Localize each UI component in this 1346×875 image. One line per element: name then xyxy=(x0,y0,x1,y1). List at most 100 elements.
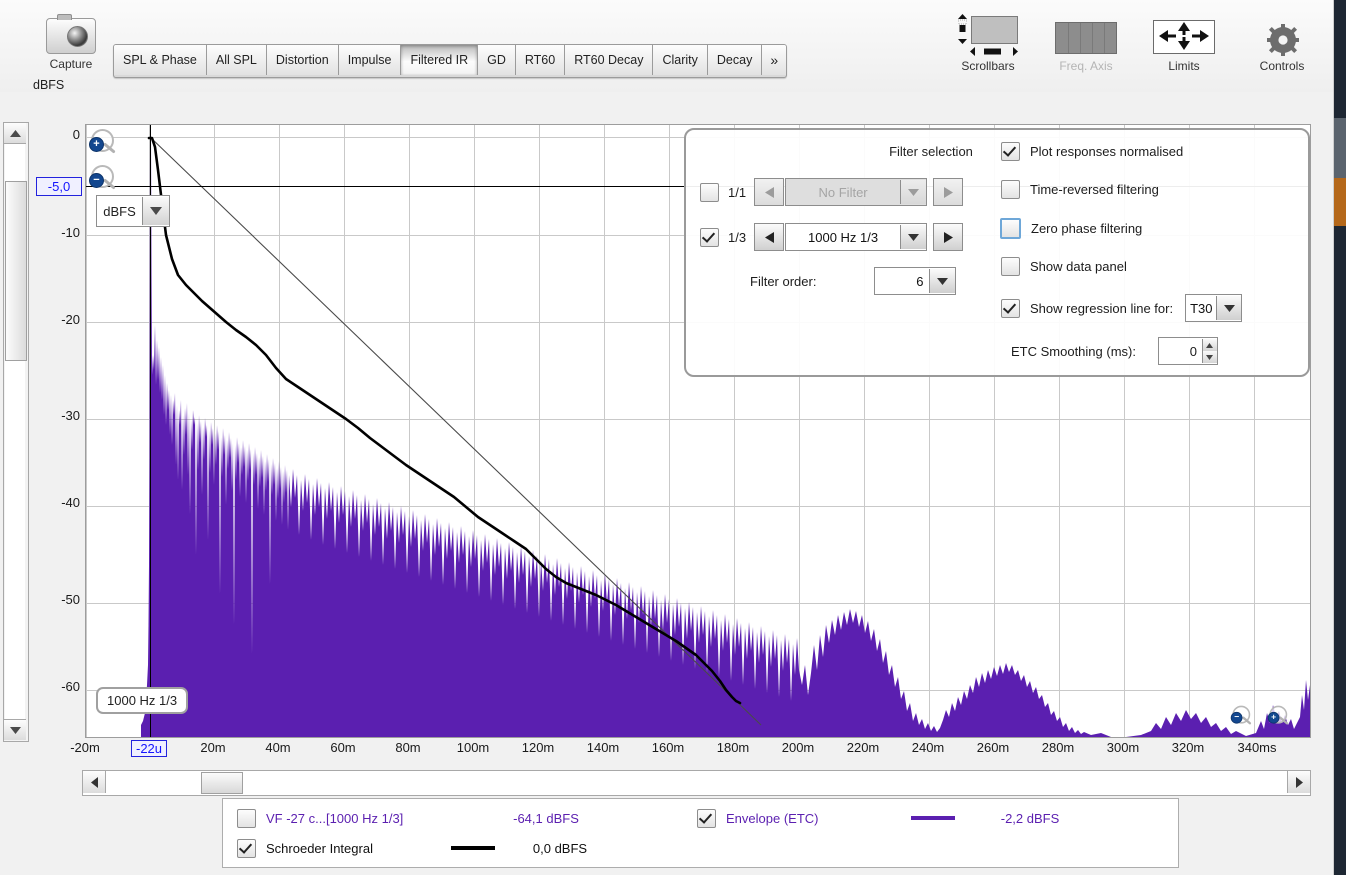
tab-all-spl[interactable]: All SPL xyxy=(206,45,267,75)
gear-icon xyxy=(1267,24,1299,56)
x-tick-160m: 160m xyxy=(651,740,685,755)
legend-envelope-label: Envelope (ETC) xyxy=(726,810,819,826)
octave-1-3-prev-button[interactable] xyxy=(754,223,785,251)
legend-vf-value: -64,1 dBFS xyxy=(513,810,579,826)
octave-1-1-next-button[interactable] xyxy=(933,178,964,206)
zero-phase-filtering-checkbox[interactable] xyxy=(1000,218,1021,239)
scrollbars-icon xyxy=(955,12,1021,56)
tab-gd[interactable]: GD xyxy=(478,45,516,75)
x-tick-340ms: 340ms xyxy=(1237,740,1277,755)
app-window: Capture SPL & Phase All SPL Distortion I… xyxy=(0,0,1334,875)
vertical-scrollbar-thumb[interactable] xyxy=(5,181,27,361)
legend-row-vf[interactable]: VF -27 c...[1000 Hz 1/3] -64,1 dBFS xyxy=(237,803,606,833)
controls-label: Controls xyxy=(1259,59,1305,73)
legend-row-schroeder[interactable]: Schroeder Integral 0,0 dBFS xyxy=(237,833,625,863)
x-tick-100m: 100m xyxy=(456,740,490,755)
regression-parameter-combo[interactable]: T30 xyxy=(1185,294,1243,322)
etc-smoothing-row: ETC Smoothing (ms): 0 xyxy=(1011,337,1218,365)
chevron-down-icon[interactable] xyxy=(900,225,927,249)
legend-envelope-swatch xyxy=(911,816,955,820)
filter-badge: 1000 Hz 1/3 xyxy=(96,687,189,714)
octave-1-3-next-button[interactable] xyxy=(933,223,964,251)
tab-rt60-decay[interactable]: RT60 Decay xyxy=(565,45,654,75)
plot-responses-normalised-checkbox[interactable] xyxy=(1001,142,1020,161)
octave-1-1-combo[interactable]: No Filter xyxy=(785,178,928,206)
x-tick-40m: 40m xyxy=(265,740,291,755)
vertical-scrollbar[interactable] xyxy=(3,122,29,742)
zoom-out-magnifier-icon[interactable]: − xyxy=(89,165,121,190)
x-tick-140m: 140m xyxy=(586,740,620,755)
x-tick-120m: 120m xyxy=(521,740,555,755)
tab-decay[interactable]: Decay xyxy=(707,45,763,75)
filter-selection-panel: Filter selection 1/1 No Filter 1/3 1000 … xyxy=(684,128,1310,377)
legend-vf-label: VF -27 c...[1000 Hz 1/3] xyxy=(266,810,404,826)
zero-phase-filtering-row[interactable]: Zero phase filtering xyxy=(1000,218,1142,239)
show-regression-line-checkbox[interactable] xyxy=(1001,298,1020,318)
show-data-panel-checkbox[interactable] xyxy=(1001,257,1020,276)
octave-1-3-checkbox[interactable] xyxy=(700,227,719,247)
legend-schroeder-checkbox[interactable] xyxy=(237,838,256,858)
etc-smoothing-spinner[interactable]: 0 xyxy=(1157,337,1218,365)
octave-1-3-combo[interactable]: 1000 Hz 1/3 xyxy=(785,223,928,251)
limits-label: Limits xyxy=(1168,59,1200,73)
chevron-down-icon xyxy=(9,726,21,734)
scrollbars-label: Scrollbars xyxy=(961,59,1015,73)
y-unit-selector[interactable]: dBFS xyxy=(96,195,170,227)
tab-rt60[interactable]: RT60 xyxy=(515,45,566,75)
zoom-out-magnifier-icon-bottom[interactable]: − xyxy=(1230,705,1255,725)
tab-clarity[interactable]: Clarity xyxy=(653,45,708,75)
capture-button[interactable]: Capture xyxy=(33,14,109,71)
chevron-down-icon[interactable] xyxy=(1216,296,1242,320)
y-axis-unit-label: dBFS xyxy=(33,78,65,92)
limits-button[interactable]: Limits xyxy=(1148,12,1220,73)
y-tick-0: 0 xyxy=(72,127,80,142)
show-data-panel-row[interactable]: Show data panel xyxy=(1001,257,1127,276)
freq-axis-button[interactable]: Freq. Axis xyxy=(1050,12,1122,73)
y-cursor-value[interactable]: -5,0 xyxy=(36,177,82,196)
freq-axis-label: Freq. Axis xyxy=(1059,59,1113,73)
regression-parameter-value: T30 xyxy=(1190,300,1213,316)
scrollbars-button[interactable]: Scrollbars xyxy=(952,12,1024,73)
tab-spl-phase[interactable]: SPL & Phase xyxy=(114,45,207,75)
chevron-left-icon xyxy=(90,776,98,788)
time-reversed-filtering-row[interactable]: Time-reversed filtering xyxy=(1001,180,1159,199)
legend-envelope-checkbox[interactable] xyxy=(697,808,716,828)
plot-responses-normalised-row[interactable]: Plot responses normalised xyxy=(1001,142,1183,161)
toolbar: Capture SPL & Phase All SPL Distortion I… xyxy=(0,0,1334,92)
octave-1-1-checkbox[interactable] xyxy=(700,182,719,202)
legend-panel: VF -27 c...[1000 Hz 1/3] -64,1 dBFS Enve… xyxy=(222,798,1179,868)
tab-overflow-button[interactable]: » xyxy=(762,45,787,75)
spinner-down-button[interactable] xyxy=(1201,351,1217,363)
chevron-down-icon[interactable] xyxy=(929,269,956,293)
show-regression-line-row[interactable]: Show regression line for: T30 xyxy=(1001,294,1243,322)
controls-button[interactable]: Controls xyxy=(1246,12,1318,73)
legend-vf-checkbox[interactable] xyxy=(237,808,256,828)
octave-1-1-value: No Filter xyxy=(818,184,868,200)
tab-filtered-ir[interactable]: Filtered IR xyxy=(401,45,479,75)
etc-smoothing-label: ETC Smoothing (ms): xyxy=(1011,343,1136,359)
scroll-left-button[interactable] xyxy=(83,771,106,793)
zoom-in-magnifier-icon[interactable]: + xyxy=(89,129,121,154)
zoom-in-magnifier-icon-bottom[interactable]: + xyxy=(1267,705,1292,725)
chevron-down-icon[interactable] xyxy=(142,197,169,225)
scroll-right-button[interactable] xyxy=(1287,771,1310,793)
chevron-right-icon xyxy=(1295,776,1303,788)
chevron-down-icon[interactable] xyxy=(900,180,927,204)
show-data-panel-label: Show data panel xyxy=(1030,259,1127,274)
legend-row-envelope[interactable]: Envelope (ETC) -2,2 dBFS xyxy=(697,803,1105,833)
filter-order-combo[interactable]: 6 xyxy=(874,267,957,295)
scroll-down-button[interactable] xyxy=(4,719,26,740)
y-tick--30: -30 xyxy=(61,408,80,423)
tab-distortion[interactable]: Distortion xyxy=(266,45,339,75)
filter-order-label: Filter order: xyxy=(750,273,817,289)
horizontal-scrollbar-thumb[interactable] xyxy=(201,772,243,794)
spinner-up-button[interactable] xyxy=(1201,339,1217,351)
legend-schroeder-label: Schroeder Integral xyxy=(266,840,373,856)
x-cursor-value[interactable]: -22u xyxy=(130,740,168,757)
scroll-up-button[interactable] xyxy=(4,123,26,144)
octave-1-1-prev-button[interactable] xyxy=(754,178,785,206)
time-reversed-filtering-checkbox[interactable] xyxy=(1001,180,1020,199)
view-tab-bar[interactable]: SPL & Phase All SPL Distortion Impulse F… xyxy=(113,44,788,78)
horizontal-scrollbar[interactable] xyxy=(82,770,1311,796)
tab-impulse[interactable]: Impulse xyxy=(338,45,402,75)
